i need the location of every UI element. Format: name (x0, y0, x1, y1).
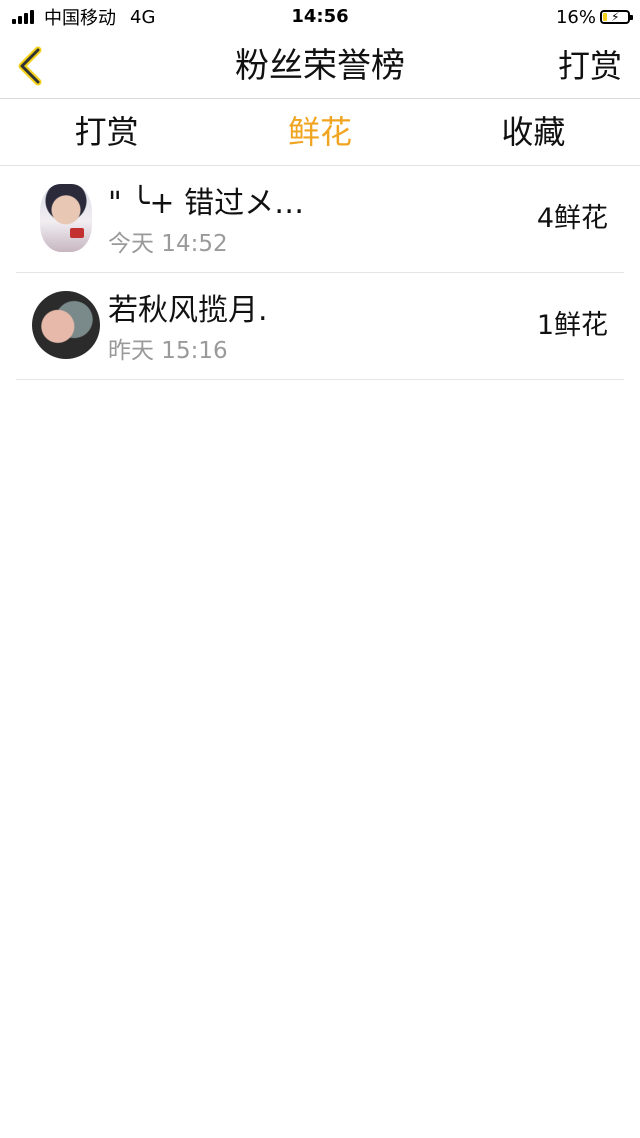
fan-list: " ╰+ 错过メ… 今天 14:52 4鲜花 若秋风揽月. 昨天 15:16 1… (0, 166, 640, 380)
status-bar: 中国移动 4G 14:56 16% ⚡ (0, 0, 640, 34)
battery-percent: 16% (555, 6, 596, 28)
avatar (32, 291, 100, 359)
battery-tip (630, 15, 633, 20)
fan-name: " ╰+ 错过メ… (108, 186, 305, 221)
chevron-left-icon (18, 46, 42, 86)
flower-count: 4鲜花 (536, 203, 608, 234)
page-title: 粉丝荣誉榜 (235, 46, 405, 86)
flower-count: 1鲜花 (536, 310, 608, 341)
nav-bar: 粉丝荣誉榜 打赏 (0, 34, 640, 98)
reward-button[interactable]: 打赏 (558, 34, 622, 98)
fan-name: 若秋风揽月. (108, 293, 268, 328)
battery-icon: ⚡ (600, 10, 633, 24)
list-item[interactable]: " ╰+ 错过メ… 今天 14:52 4鲜花 (16, 166, 624, 273)
tab-bar: 打赏 鲜花 收藏 (0, 99, 640, 165)
gift-time: 今天 14:52 (108, 231, 228, 257)
list-item[interactable]: 若秋风揽月. 昨天 15:16 1鲜花 (16, 273, 624, 380)
back-button[interactable] (8, 42, 52, 90)
tab-favorites[interactable]: 收藏 (427, 99, 640, 165)
gift-time: 昨天 15:16 (108, 338, 228, 364)
status-time: 14:56 (291, 6, 349, 27)
battery-fill (603, 13, 607, 21)
tab-reward[interactable]: 打赏 (0, 99, 213, 165)
charging-bolt-icon: ⚡ (611, 10, 620, 24)
tab-flowers[interactable]: 鲜花 (213, 99, 426, 165)
status-right: 16% ⚡ (555, 6, 633, 28)
avatar (40, 184, 92, 252)
